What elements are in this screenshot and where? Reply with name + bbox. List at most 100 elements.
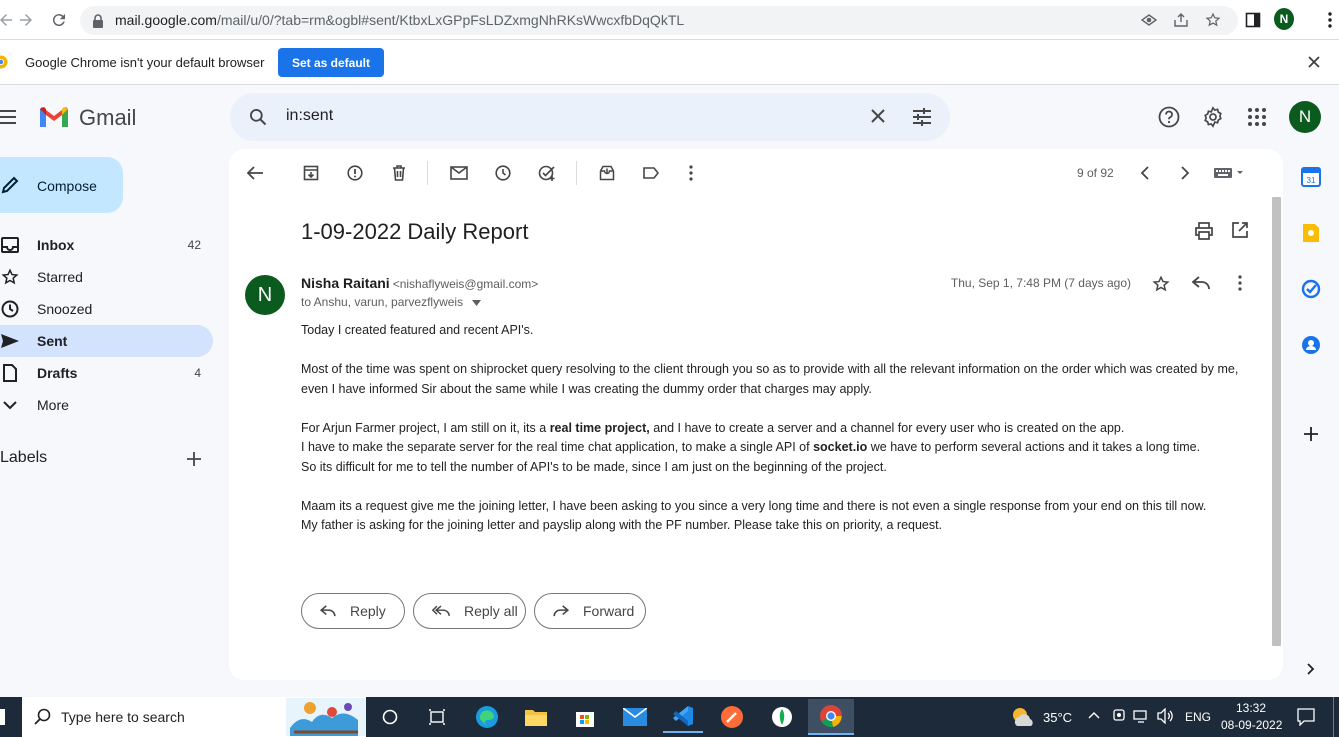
help-icon[interactable]: [1158, 106, 1180, 128]
show-side-panel-chevron-icon[interactable]: [1300, 658, 1322, 680]
eye-icon[interactable]: [1139, 10, 1159, 30]
bookmark-star-icon[interactable]: [1203, 10, 1223, 30]
reply-icon[interactable]: [1192, 276, 1210, 290]
mail-icon[interactable]: [615, 701, 655, 733]
message-more-icon[interactable]: [1238, 275, 1242, 291]
sidebar-item-more[interactable]: More: [0, 389, 213, 421]
body-text: and I have to create a server and a chan…: [649, 420, 1125, 435]
search-bar[interactable]: [230, 93, 950, 141]
volume-icon[interactable]: [1157, 708, 1175, 724]
sidebar-item-starred[interactable]: Starred: [0, 261, 213, 293]
print-icon[interactable]: [1195, 222, 1213, 240]
profile-initial: N: [1274, 8, 1294, 30]
share-icon[interactable]: [1171, 10, 1191, 30]
settings-gear-icon[interactable]: [1202, 106, 1224, 128]
network-icon[interactable]: [1133, 708, 1149, 724]
get-addons-icon[interactable]: [1300, 423, 1322, 445]
weather-sun-icon[interactable]: [1011, 706, 1035, 728]
gmail-logo-icon[interactable]: [38, 105, 70, 129]
more-options-icon[interactable]: [681, 163, 701, 183]
meet-now-icon[interactable]: [1112, 708, 1126, 724]
contacts-icon[interactable]: [1300, 334, 1322, 356]
snooze-icon[interactable]: [493, 163, 513, 183]
task-view-icon[interactable]: [417, 701, 457, 733]
input-language[interactable]: ENG: [1185, 710, 1211, 724]
tray-chevron-up-icon[interactable]: [1088, 711, 1100, 719]
star-icon[interactable]: [1152, 275, 1170, 293]
clock-icon: [0, 299, 20, 319]
add-task-icon[interactable]: [537, 163, 557, 183]
body-text: I have to make the separate server for t…: [301, 440, 814, 454]
sidebar-item-inbox[interactable]: Inbox 42: [0, 229, 213, 261]
sidebar-item-snoozed[interactable]: Snoozed: [0, 293, 213, 325]
taskbar-search[interactable]: Type here to search: [22, 697, 366, 737]
tasks-icon[interactable]: [1300, 278, 1322, 300]
back-to-list-icon[interactable]: [245, 163, 265, 183]
email-date: Thu, Sep 1, 7:48 PM (7 days ago): [950, 276, 1131, 290]
file-explorer-icon[interactable]: [516, 701, 556, 733]
show-details-icon[interactable]: [472, 299, 482, 306]
close-icon[interactable]: [1308, 56, 1320, 68]
reply-button[interactable]: Reply: [301, 593, 405, 629]
profile-avatar[interactable]: N: [1274, 8, 1294, 30]
address-bar[interactable]: mail.google.com/mail/u/0/?tab=rm&ogbl#se…: [80, 6, 1238, 35]
move-to-icon[interactable]: [597, 163, 617, 183]
main-menu-icon[interactable]: [0, 109, 16, 125]
open-new-window-icon[interactable]: [1232, 222, 1248, 238]
edge-icon[interactable]: [467, 701, 507, 733]
compose-button[interactable]: Compose: [0, 157, 123, 213]
add-label-icon[interactable]: [186, 451, 202, 467]
search-input[interactable]: [286, 107, 786, 125]
body-paragraph: Today I created featured and recent API'…: [301, 323, 534, 337]
task-view-circle-icon[interactable]: [370, 701, 410, 733]
sidebar-item-label: More: [37, 397, 69, 413]
scrollbar[interactable]: [1272, 197, 1281, 646]
chrome-taskbar-icon[interactable]: [808, 699, 854, 735]
mongodb-compass-icon[interactable]: [762, 701, 802, 733]
start-button[interactable]: [0, 709, 5, 725]
set-default-button[interactable]: Set as default: [278, 48, 384, 77]
lock-icon[interactable]: [92, 14, 104, 28]
mark-unread-icon[interactable]: [449, 163, 469, 183]
forward-arrow-icon[interactable]: [14, 8, 38, 32]
reply-all-label: Reply all: [464, 603, 518, 619]
chrome-menu-icon[interactable]: [1320, 10, 1339, 30]
microsoft-store-icon[interactable]: [565, 701, 605, 733]
vscode-icon[interactable]: [663, 701, 703, 733]
sender-avatar[interactable]: N: [245, 275, 285, 315]
clear-search-icon[interactable]: [870, 108, 886, 124]
delete-icon[interactable]: [389, 163, 409, 183]
clock-date[interactable]: 08-09-2022: [1221, 718, 1282, 732]
sidebar-item-drafts[interactable]: Drafts 4: [0, 357, 213, 389]
show-desktop-button[interactable]: [1333, 697, 1339, 737]
notifications-icon[interactable]: [1297, 708, 1315, 726]
search-icon[interactable]: [248, 107, 268, 127]
body-text: My father is asking for the joining lett…: [301, 518, 943, 532]
clock-time[interactable]: 13:32: [1236, 701, 1266, 715]
reload-icon[interactable]: [47, 8, 71, 32]
sidebar-item-sent[interactable]: Sent: [0, 325, 213, 357]
sidebar-item-label: Starred: [37, 269, 83, 285]
pencil-icon: [0, 175, 20, 195]
account-avatar[interactable]: N: [1289, 101, 1321, 133]
apps-grid-icon[interactable]: [1248, 108, 1266, 126]
archive-icon[interactable]: [301, 163, 321, 183]
body-text: Maam its a request give me the joining l…: [301, 498, 1207, 513]
browser-toolbar: mail.google.com/mail/u/0/?tab=rm&ogbl#se…: [0, 0, 1339, 40]
newer-chevron-icon[interactable]: [1135, 163, 1155, 183]
side-panel-icon[interactable]: [1243, 10, 1263, 30]
search-options-icon[interactable]: [912, 107, 932, 127]
reply-all-button[interactable]: Reply all: [413, 593, 526, 629]
older-chevron-icon[interactable]: [1175, 163, 1195, 183]
calendar-icon[interactable]: 31: [1300, 166, 1322, 188]
pagination-text: 9 of 92: [1077, 166, 1114, 180]
input-tools-icon[interactable]: [1212, 163, 1246, 183]
email-body: Today I created featured and recent API'…: [301, 321, 1261, 555]
report-spam-icon[interactable]: [345, 163, 365, 183]
labels-heading: Labels: [0, 449, 48, 466]
keep-icon[interactable]: [1300, 222, 1322, 244]
forward-button[interactable]: Forward: [534, 593, 646, 629]
label-icon[interactable]: [641, 163, 661, 183]
weather-temperature[interactable]: 35°C: [1043, 710, 1072, 725]
postman-icon[interactable]: [712, 701, 752, 733]
